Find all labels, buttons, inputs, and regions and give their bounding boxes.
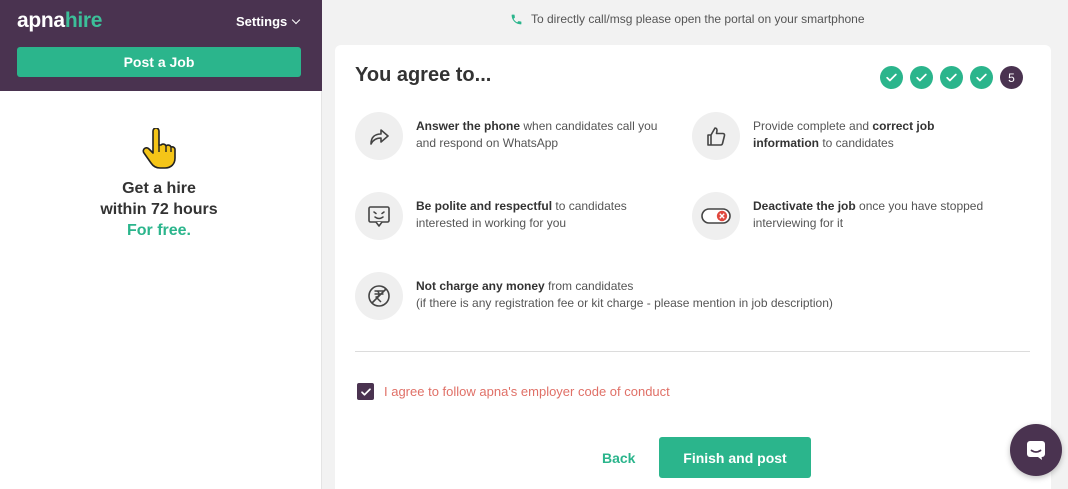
finish-and-post-button[interactable]: Finish and post: [659, 437, 811, 478]
rule-bold: Be polite and respectful: [416, 199, 553, 213]
agree-checkbox-row[interactable]: I agree to follow apna's employer code o…: [357, 383, 670, 400]
divider: [355, 351, 1030, 352]
sidebar-header: apnahire Settings Post a Job: [0, 0, 322, 91]
promo-section: Get a hire within 72 hours For free.: [0, 128, 318, 241]
checkmark-icon: [360, 387, 371, 396]
pointing-hand-icon: [142, 128, 176, 169]
step-indicator: 5: [880, 66, 1023, 89]
rule-polite: Be polite and respectful to candidates i…: [355, 192, 665, 240]
rule-deactivate: Deactivate the job once you have stopped…: [692, 192, 1002, 240]
thumbs-up-icon: [692, 112, 740, 160]
settings-label: Settings: [236, 14, 288, 29]
phone-icon: [511, 14, 522, 24]
promo-free: For free.: [126, 222, 191, 239]
toggle-off-icon: [692, 192, 740, 240]
rule-text: Provide complete and: [753, 119, 873, 133]
rule-text: from candidates: [544, 279, 634, 293]
step-complete-check-icon: [970, 66, 993, 89]
smartphone-notice: To directly call/msg please open the por…: [510, 12, 865, 26]
rule-no-charge: Not charge any money from candidates (if …: [355, 272, 955, 320]
notice-text: To directly call/msg please open the por…: [531, 12, 865, 26]
rule-bold: Not charge any money: [416, 279, 545, 293]
chat-icon: [1027, 441, 1045, 460]
settings-menu[interactable]: Settings: [236, 14, 301, 29]
step-complete-check-icon: [910, 66, 933, 89]
no-rupee-icon: [355, 272, 403, 320]
rule-bold: Deactivate the job: [753, 199, 856, 213]
rule-answer-phone: Answer the phone when candidates call yo…: [355, 112, 665, 160]
back-button[interactable]: Back: [602, 450, 635, 466]
step-current: 5: [1000, 66, 1023, 89]
sidebar: apnahire Settings Post a Job Get a hire …: [0, 0, 322, 489]
smiley-message-icon: [355, 192, 403, 240]
agree-checkbox[interactable]: [357, 383, 374, 400]
card-title: You agree to...: [355, 64, 492, 86]
rule-text: to candidates: [819, 136, 894, 150]
step-complete-check-icon: [880, 66, 903, 89]
promo-line-2: within 72 hours: [100, 201, 218, 218]
code-of-conduct-card: You agree to... 5 Answer the phone when …: [335, 45, 1051, 489]
chevron-down-icon: [292, 15, 301, 25]
post-job-button[interactable]: Post a Job: [17, 47, 301, 77]
rule-text-line2: (if there is any registration fee or kit…: [416, 296, 833, 310]
phone-forward-icon: [355, 112, 403, 160]
rule-correct-info: Provide complete and correct job informa…: [692, 112, 1002, 160]
chat-launcher-button[interactable]: [1010, 424, 1062, 476]
rule-bold: Answer the phone: [416, 119, 521, 133]
apnahire-logo[interactable]: apnahire: [17, 9, 102, 33]
step-complete-check-icon: [940, 66, 963, 89]
agree-label[interactable]: I agree to follow apna's employer code o…: [384, 384, 670, 399]
promo-line-1: Get a hire: [122, 180, 196, 197]
